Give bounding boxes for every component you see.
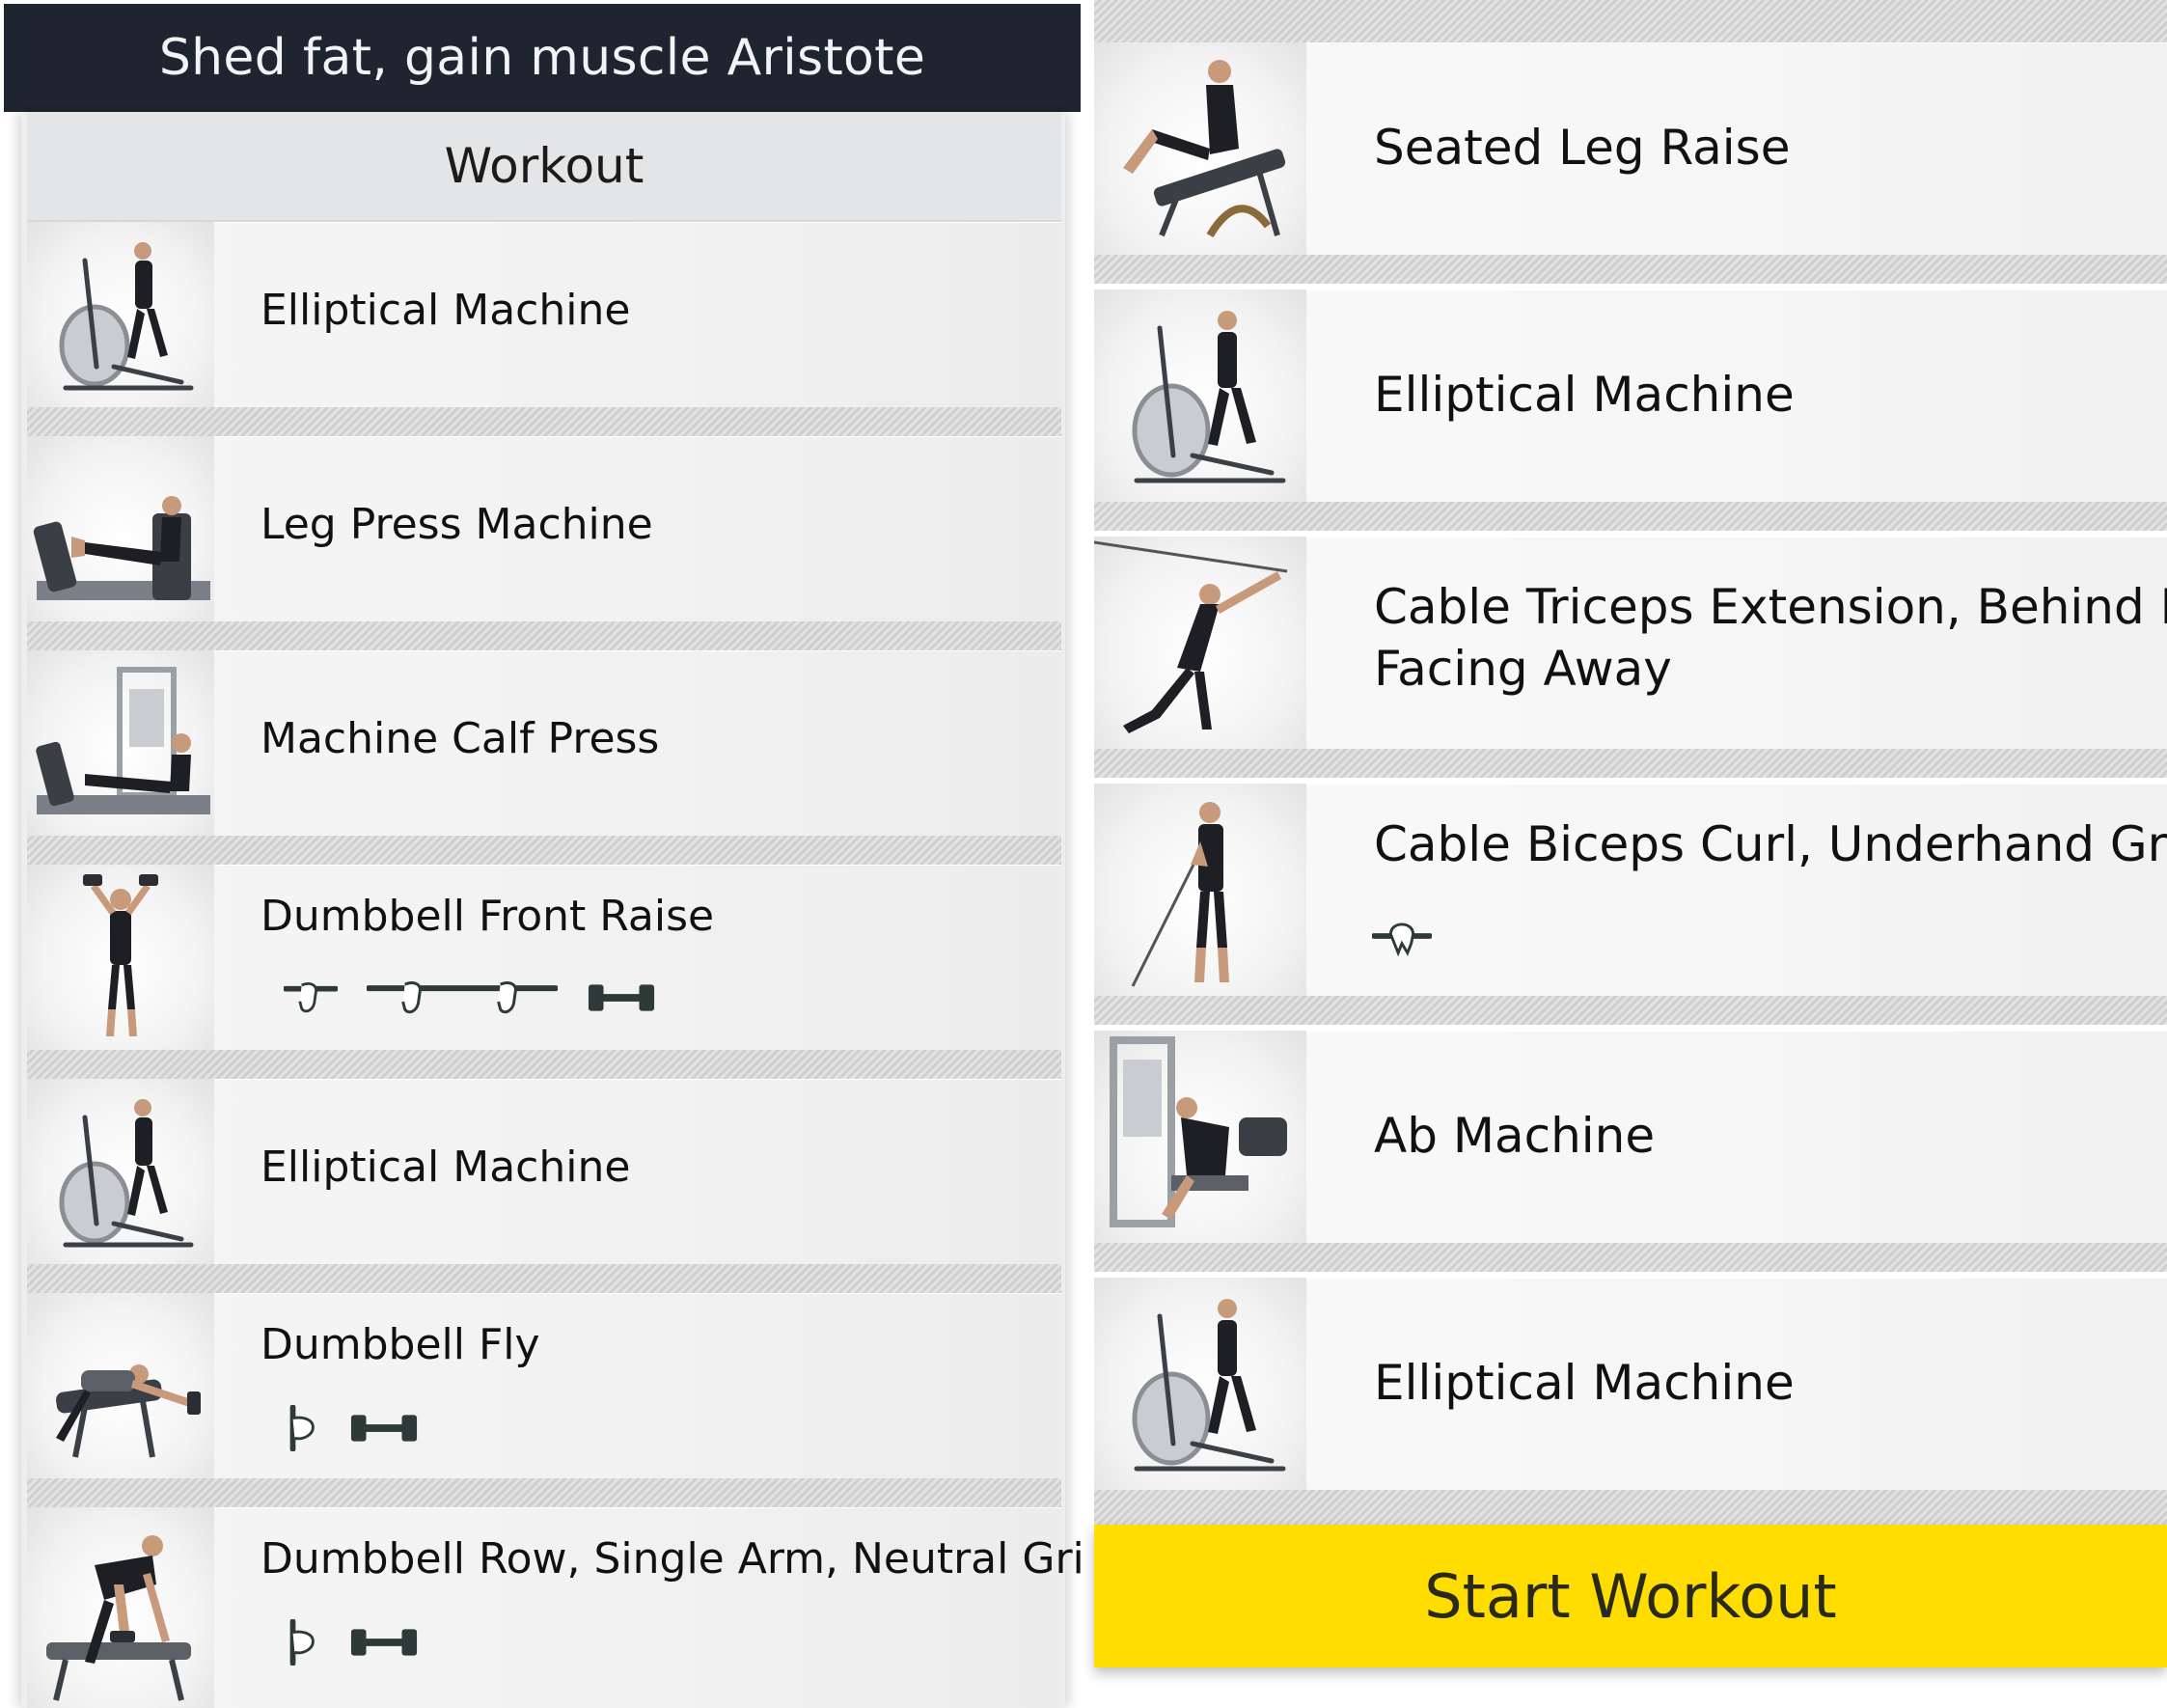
exercise-row[interactable]: Leg Press Machine bbox=[27, 436, 1061, 621]
dumbbell-icon bbox=[350, 1415, 418, 1442]
equipment-icons bbox=[284, 977, 656, 1019]
dumbbell-fly-thumbnail bbox=[27, 1293, 214, 1478]
exercise-title: Elliptical Machine bbox=[261, 286, 631, 335]
exercise-row[interactable]: Cable Triceps Extension, Behind Neck, Fa… bbox=[1094, 537, 2167, 749]
exercise-title: Dumbbell Front Raise bbox=[261, 892, 715, 941]
barbell-grip-icon bbox=[367, 981, 558, 1014]
neutral-grip-icon bbox=[289, 1619, 315, 1666]
row-separator bbox=[27, 1264, 1061, 1293]
left-screen: Shed fat, gain muscle Aristote Workout E… bbox=[0, 0, 1084, 1708]
elliptical-machine-thumbnail bbox=[1094, 289, 1306, 502]
equipment-icons bbox=[284, 1619, 419, 1666]
row-separator bbox=[27, 621, 1061, 650]
exercise-title: Cable Biceps Curl, Underhand Grip bbox=[1374, 816, 2167, 872]
exercise-title: Machine Calf Press bbox=[261, 714, 660, 763]
front-raise-thumbnail bbox=[27, 865, 214, 1050]
app-bar-title: Shed fat, gain muscle Aristote bbox=[4, 4, 1081, 112]
cable-biceps-thumbnail bbox=[1094, 784, 1306, 996]
right-screen: Seated Leg Raise Elliptical Machine Cabl… bbox=[1084, 0, 2167, 1708]
row-separator bbox=[1094, 749, 2167, 778]
dumbbell-icon bbox=[588, 984, 655, 1011]
row-separator bbox=[1094, 1243, 2167, 1272]
calf-press-thumbnail bbox=[27, 650, 214, 836]
exercise-row[interactable]: Elliptical Machine bbox=[27, 222, 1061, 407]
seated-leg-raise-thumbnail bbox=[1094, 42, 1306, 255]
row-separator bbox=[1094, 1490, 2167, 1525]
exercise-row[interactable]: Elliptical Machine bbox=[1094, 289, 2167, 502]
leg-press-thumbnail bbox=[27, 436, 214, 621]
single-hand-grip-icon bbox=[284, 982, 338, 1013]
exercise-title: Dumbbell Row, Single Arm, Neutral Grip bbox=[261, 1534, 1084, 1584]
row-separator bbox=[27, 1050, 1061, 1079]
exercise-row[interactable]: Elliptical Machine bbox=[1094, 1278, 2167, 1490]
section-header-workout: Workout bbox=[27, 112, 1061, 222]
neutral-grip-icon bbox=[289, 1405, 315, 1451]
cable-triceps-thumbnail bbox=[1094, 537, 1306, 749]
exercise-title-line-1: Cable Triceps Extension, Behind Neck, bbox=[1374, 579, 2167, 635]
exercise-row[interactable]: Seated Leg Raise bbox=[1094, 42, 2167, 255]
exercise-title: Leg Press Machine bbox=[261, 500, 653, 549]
exercise-title: Elliptical Machine bbox=[1374, 1355, 1795, 1411]
exercise-title: Ab Machine bbox=[1374, 1108, 1656, 1164]
row-separator bbox=[27, 407, 1061, 436]
exercise-row[interactable]: Cable Biceps Curl, Underhand Grip bbox=[1094, 784, 2167, 996]
equipment-icons bbox=[1372, 915, 1432, 957]
row-separator bbox=[27, 1478, 1061, 1507]
equipment-icons bbox=[284, 1405, 419, 1451]
exercise-row[interactable]: Machine Calf Press bbox=[27, 650, 1061, 836]
exercise-row[interactable]: Ab Machine bbox=[1094, 1031, 2167, 1243]
exercise-title: Dumbbell Fly bbox=[261, 1320, 540, 1369]
row-separator bbox=[1094, 502, 2167, 531]
row-separator bbox=[27, 836, 1061, 865]
exercise-title: Seated Leg Raise bbox=[1374, 120, 1791, 176]
row-separator bbox=[1094, 255, 2167, 284]
exercise-title: Elliptical Machine bbox=[261, 1143, 631, 1192]
elliptical-machine-thumbnail bbox=[1094, 1278, 1306, 1490]
dumbbell-icon bbox=[350, 1629, 418, 1656]
exercise-title-line-2: Facing Away bbox=[1374, 641, 1672, 697]
start-workout-button[interactable]: Start Workout bbox=[1094, 1525, 2167, 1667]
dumbbell-row-thumbnail bbox=[27, 1507, 214, 1708]
exercise-row[interactable]: Elliptical Machine bbox=[27, 1079, 1061, 1264]
elliptical-machine-thumbnail bbox=[27, 1079, 214, 1264]
ab-machine-thumbnail bbox=[1094, 1031, 1306, 1243]
exercise-row[interactable]: Dumbbell Fly bbox=[27, 1293, 1061, 1478]
exercise-row[interactable]: Dumbbell Row, Single Arm, Neutral Grip bbox=[27, 1507, 1084, 1708]
elliptical-machine-thumbnail bbox=[27, 222, 214, 407]
exercise-row[interactable]: Dumbbell Front Raise bbox=[27, 865, 1061, 1050]
row-separator bbox=[1094, 996, 2167, 1025]
exercise-title: Elliptical Machine bbox=[1374, 367, 1795, 423]
row-separator bbox=[1094, 0, 2167, 42]
underhand-grip-icon bbox=[1372, 923, 1432, 957]
